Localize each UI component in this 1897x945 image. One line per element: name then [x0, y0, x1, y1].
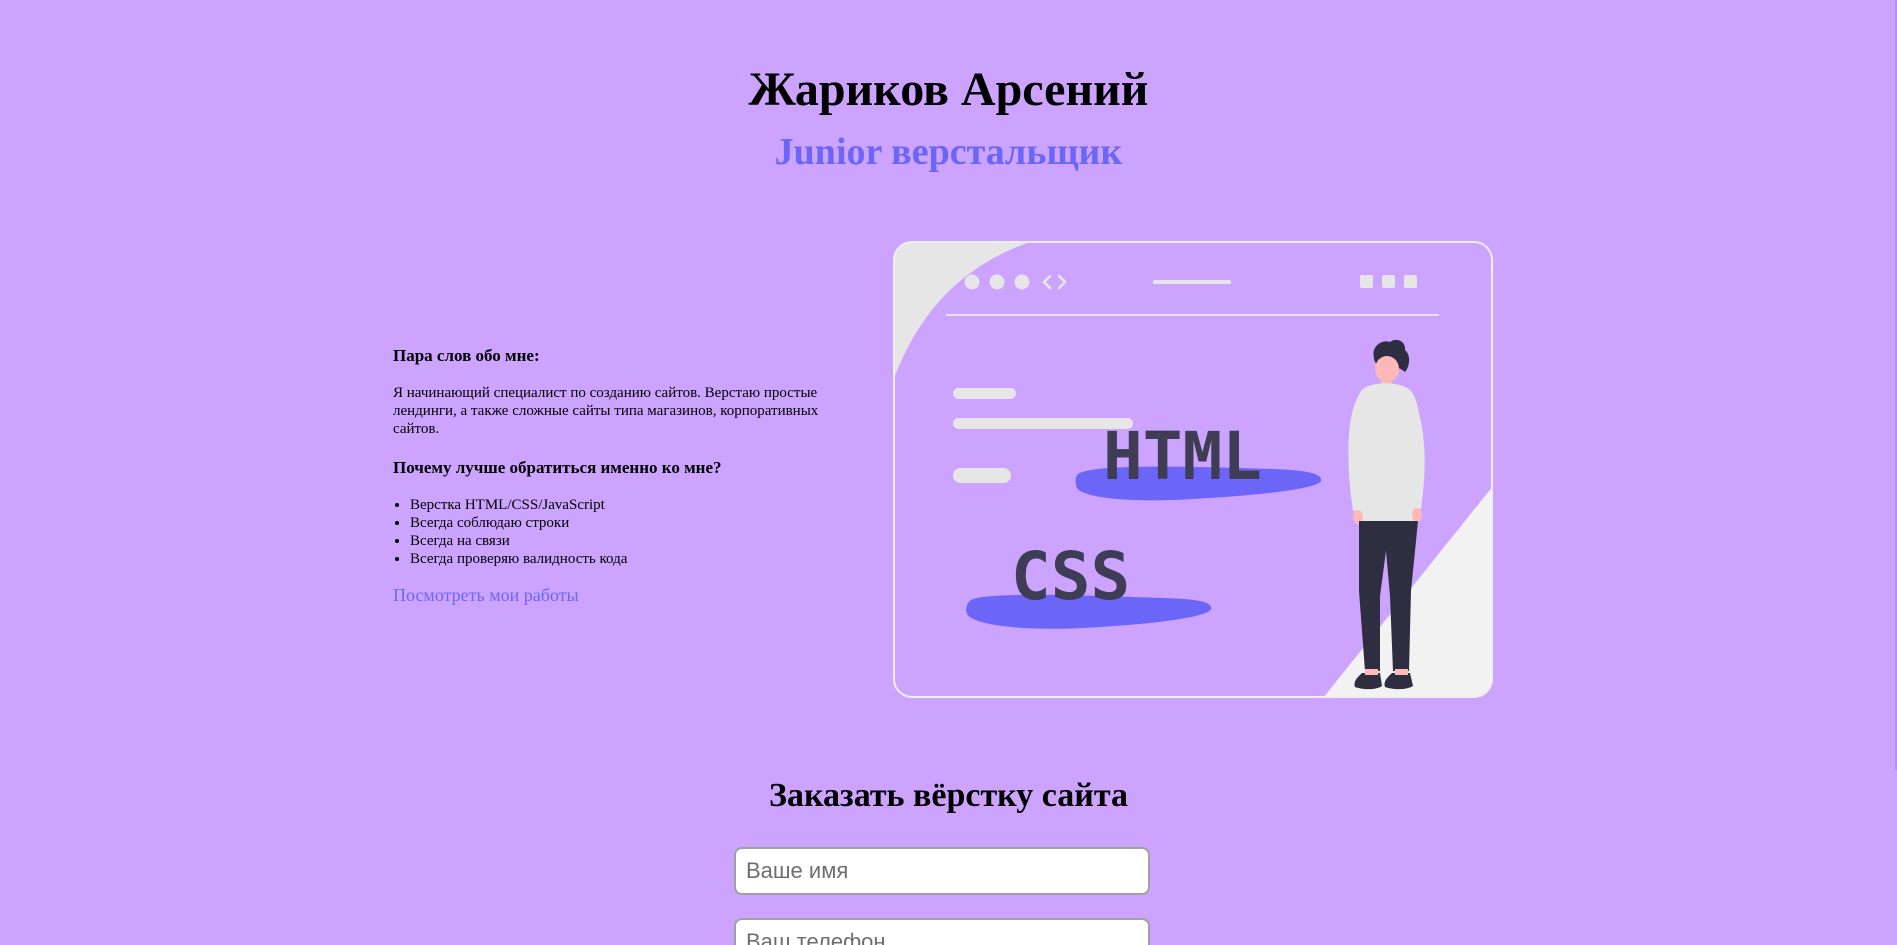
page: Жариков Арсений Junior верстальщик Пара …	[0, 0, 1897, 945]
swoosh-shape	[894, 242, 1033, 381]
text-line	[953, 388, 1016, 399]
window-dot-icon	[989, 274, 1005, 290]
window-square-icon	[1382, 275, 1395, 288]
window-dot-icon	[1014, 274, 1030, 290]
about-text: Я начинающий специалист по созданию сайт…	[393, 385, 819, 437]
why-heading: Почему лучше обратиться именно ко мне?	[393, 458, 722, 477]
name-field[interactable]	[734, 847, 1150, 895]
window-dot-icon	[964, 274, 980, 290]
web-developer-illustration: HTML CSS	[893, 241, 1493, 698]
address-bar	[1153, 280, 1231, 284]
about-section: Пара слов обо мне: Я начинающий специали…	[393, 346, 853, 606]
window-square-icon	[1404, 275, 1417, 288]
css-label: CSS	[1011, 538, 1130, 615]
phone-field[interactable]	[734, 918, 1150, 945]
list-item: Всегда проверяю валидность кода	[410, 550, 853, 568]
toolbar-divider	[946, 314, 1439, 316]
code-brackets-icon	[1042, 274, 1067, 290]
html-label: HTML	[1103, 418, 1262, 495]
text-line	[953, 468, 1011, 483]
reasons-list: Верстка HTML/CSS/JavaScript Всегда соблю…	[393, 496, 853, 568]
order-title: Заказать вёрстку сайта	[769, 777, 1128, 814]
page-title: Жариков Арсений	[748, 63, 1149, 116]
about-heading: Пара слов обо мне:	[393, 346, 540, 365]
portfolio-link[interactable]: Посмотреть мои работы	[393, 585, 579, 605]
window-square-icon	[1360, 275, 1373, 288]
list-item: Верстка HTML/CSS/JavaScript	[410, 496, 853, 514]
list-item: Всегда на связи	[410, 532, 853, 550]
list-item: Всегда соблюдаю строки	[410, 514, 853, 532]
page-subtitle: Junior верстальщик	[774, 131, 1123, 173]
